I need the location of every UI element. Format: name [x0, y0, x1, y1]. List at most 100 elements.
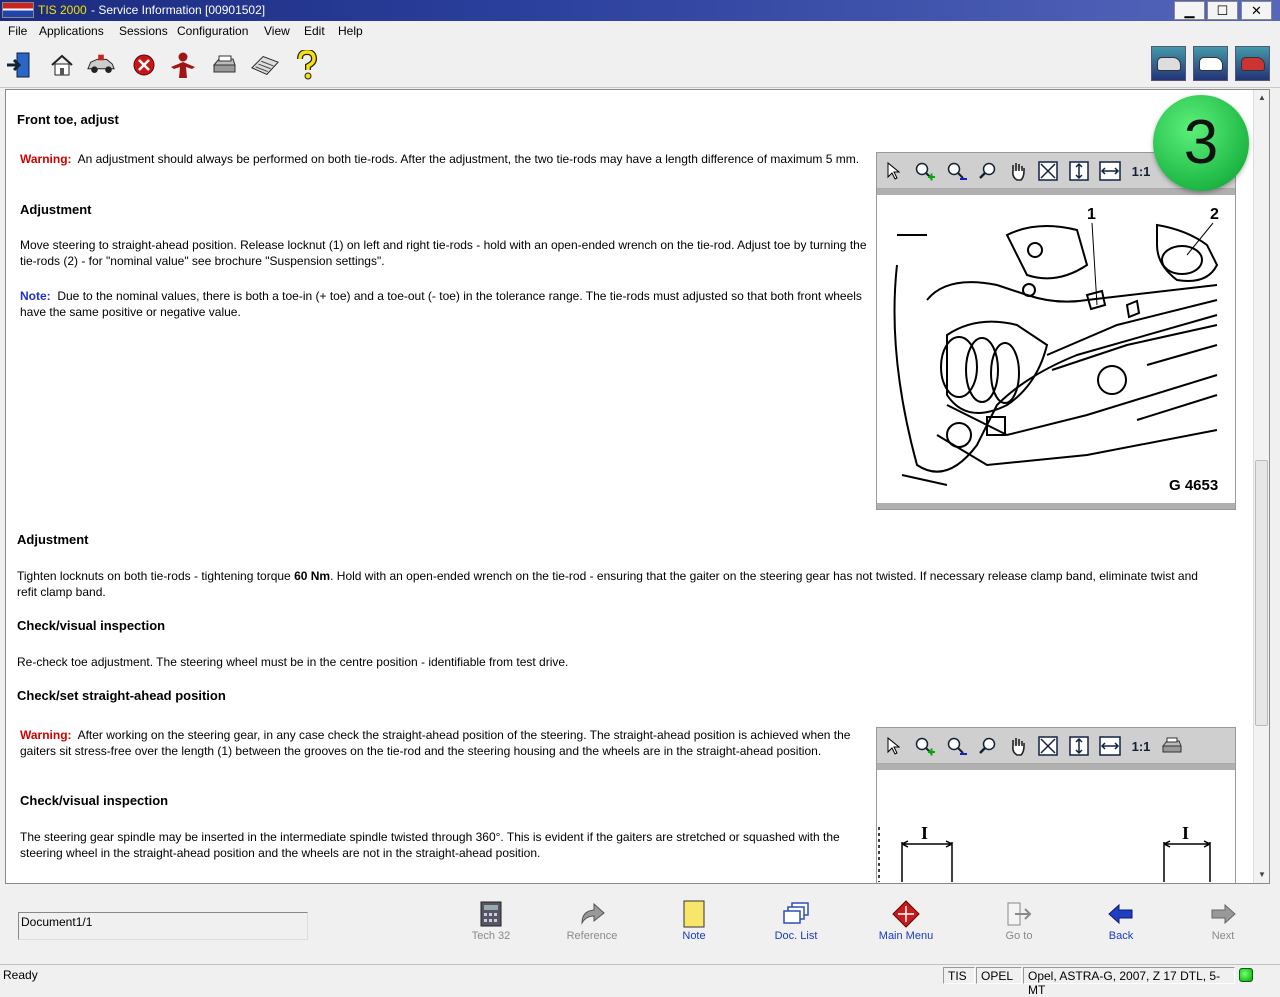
- maximize-button[interactable]: ☐: [1207, 1, 1238, 20]
- note-button[interactable]: Note: [654, 900, 734, 942]
- next-arrow-icon: [1208, 900, 1238, 928]
- fit-height-icon[interactable]: [1067, 160, 1091, 182]
- viewer-divider: [877, 189, 1235, 195]
- menu-help[interactable]: Help: [338, 24, 363, 38]
- close-button[interactable]: ✕: [1241, 1, 1272, 20]
- image-viewer-2: 1:1 I I: [876, 727, 1236, 883]
- menu-sessions[interactable]: Sessions: [119, 24, 168, 38]
- zoom-out-icon[interactable]: [945, 160, 969, 182]
- print-icon[interactable]: [1160, 735, 1184, 757]
- menu-bar: File Applications Sessions Configuration…: [0, 21, 1280, 41]
- doc-list-icon: [781, 900, 811, 928]
- note-button-label: Note: [682, 930, 706, 942]
- torque-value: 60 Nm: [294, 569, 331, 583]
- dimension-label-2: I: [1182, 823, 1189, 843]
- warning-text: An adjustment should always be performed…: [77, 152, 860, 166]
- fit-width-icon[interactable]: [1098, 160, 1122, 182]
- person-icon[interactable]: [168, 50, 198, 80]
- vehicle-info-icon[interactable]: [1151, 46, 1186, 81]
- doc-list-label: Doc. List: [774, 930, 818, 942]
- warning-text-2: After working on the steering gear, in a…: [20, 728, 851, 758]
- select-icon[interactable]: [881, 160, 905, 182]
- vehicle-select-icon[interactable]: [1235, 46, 1270, 81]
- fit-width-icon[interactable]: [1098, 735, 1122, 757]
- straight-ahead-diagram: I I: [878, 823, 1211, 882]
- status-vehicle: Opel, ASTRA-G, 2007, Z 17 DTL, 5-MT: [1023, 967, 1235, 997]
- menu-configuration[interactable]: Configuration: [177, 24, 248, 38]
- exit-icon[interactable]: [4, 50, 34, 80]
- back-arrow-icon: [1106, 900, 1136, 928]
- status-brand: OPEL: [976, 967, 1022, 984]
- adjustment-2-pre: Tighten locknuts on both tie-rods - tigh…: [17, 569, 291, 583]
- warning-label-2: Warning:: [20, 728, 72, 742]
- warning-label: Warning:: [20, 152, 72, 166]
- section-heading-adjustment-2: Adjustment: [17, 532, 89, 547]
- zoom-icon[interactable]: [976, 160, 1000, 182]
- note-paragraph: Note: Due to the nominal values, there i…: [20, 288, 880, 320]
- select-icon[interactable]: [881, 735, 905, 757]
- reference-button[interactable]: Reference: [552, 900, 632, 942]
- goto-icon: [1004, 900, 1034, 928]
- scroll-up-icon[interactable]: ▲: [1254, 90, 1269, 106]
- zoom-out-icon[interactable]: [945, 735, 969, 757]
- figure-id: G 4653: [1169, 477, 1218, 494]
- fit-height-icon[interactable]: [1067, 735, 1091, 757]
- scale-label-2[interactable]: 1:1: [1129, 735, 1153, 757]
- zoom-in-icon[interactable]: [913, 735, 937, 757]
- check-2-text: The steering gear spindle may be inserte…: [20, 830, 840, 860]
- pan-icon[interactable]: [1006, 735, 1030, 757]
- vehicle-icon[interactable]: [86, 50, 116, 80]
- minimize-button[interactable]: ▁: [1174, 1, 1205, 20]
- menu-edit[interactable]: Edit: [304, 24, 325, 38]
- callout-1: 1: [1087, 206, 1096, 223]
- menu-applications[interactable]: Applications: [39, 24, 104, 38]
- doc-list-button[interactable]: Doc. List: [756, 900, 836, 942]
- section-heading-check-2: Check/visual inspection: [20, 793, 169, 808]
- warning-paragraph-2: Warning: After working on the steering g…: [20, 727, 872, 759]
- pan-icon[interactable]: [1006, 160, 1030, 182]
- status-ready: Ready: [3, 968, 38, 982]
- stop-icon[interactable]: [129, 50, 159, 80]
- scroll-down-icon[interactable]: ▼: [1254, 867, 1269, 883]
- main-menu-button[interactable]: Main Menu: [866, 900, 946, 942]
- dimension-label-1: I: [921, 823, 928, 843]
- home-icon[interactable]: [47, 50, 77, 80]
- warning-paragraph-1: Warning: An adjustment should always be …: [20, 151, 860, 167]
- back-button[interactable]: Back: [1081, 900, 1161, 942]
- document-counter-field: Document1/1: [18, 912, 308, 940]
- menu-file[interactable]: File: [8, 24, 27, 38]
- scale-label[interactable]: 1:1: [1129, 160, 1153, 182]
- fit-icon[interactable]: [1036, 735, 1060, 757]
- zoom-icon[interactable]: [976, 735, 1000, 757]
- print-icon[interactable]: [209, 50, 239, 80]
- keyboard-icon[interactable]: [250, 50, 280, 80]
- adjustment-text: Move steering to straight-ahead position…: [20, 238, 867, 268]
- fit-icon[interactable]: [1036, 160, 1060, 182]
- goto-label: Go to: [1005, 930, 1033, 942]
- main-menu-icon: [891, 900, 921, 928]
- menu-view[interactable]: View: [264, 24, 290, 38]
- help-icon[interactable]: [292, 50, 322, 80]
- document-content: Front toe, adjust Warning: An adjustment…: [6, 90, 1254, 883]
- next-button[interactable]: Next: [1183, 900, 1263, 942]
- viewer-2-divider: [877, 764, 1235, 770]
- note-icon: [679, 900, 709, 928]
- page-title: Front toe, adjust: [17, 112, 119, 127]
- scroll-thumb[interactable]: [1255, 460, 1268, 726]
- zoom-in-icon[interactable]: [913, 160, 937, 182]
- app-logo: [2, 2, 34, 18]
- main-toolbar: [0, 41, 1280, 88]
- goto-button[interactable]: Go to: [979, 900, 1059, 942]
- vertical-scrollbar[interactable]: ▲ ▼: [1253, 90, 1269, 883]
- bottom-navigation: Document1/1 Tech 32 Reference Note Doc. …: [0, 884, 1280, 964]
- ambulance-icon[interactable]: [1193, 46, 1228, 81]
- status-system: TIS: [943, 967, 975, 984]
- title-bar: TIS 2000 - Service Information [00901502…: [0, 0, 1280, 21]
- tech32-label: Tech 32: [471, 930, 511, 942]
- section-heading-straight-ahead: Check/set straight-ahead position: [17, 688, 226, 703]
- tech32-button[interactable]: Tech 32: [451, 900, 531, 942]
- callout-2: 2: [1210, 206, 1219, 223]
- step-badge: 3: [1153, 95, 1249, 191]
- viewer-2-toolbar: 1:1: [877, 728, 1235, 764]
- reference-arrow-icon: [577, 900, 607, 928]
